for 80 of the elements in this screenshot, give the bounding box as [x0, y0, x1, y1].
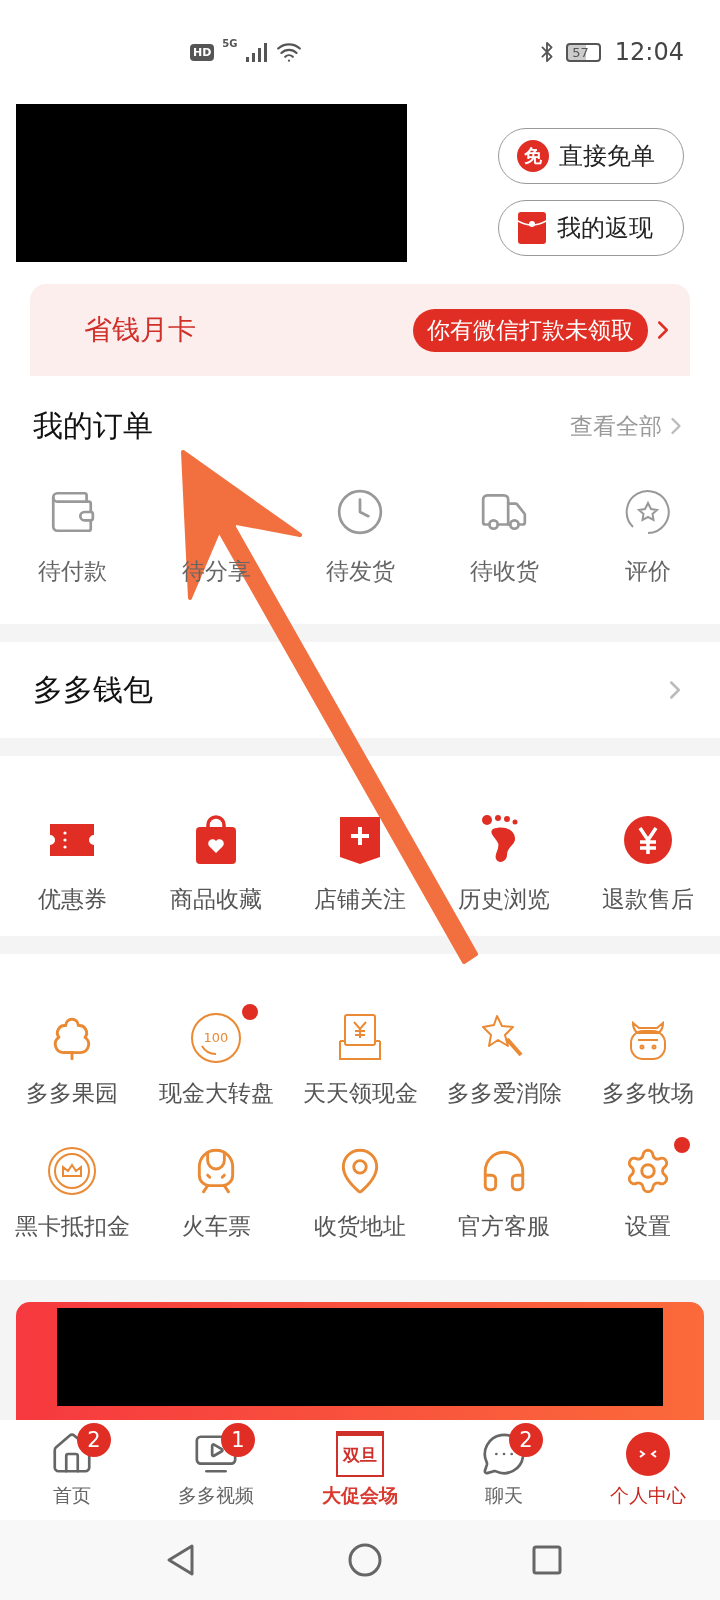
signal-icon: [245, 42, 268, 62]
avatar-icon: [625, 1431, 671, 1477]
nav-label: 首页: [53, 1483, 91, 1508]
savings-card[interactable]: 省钱月卡 你有微信打款未领取: [30, 284, 690, 376]
service-item[interactable]: 天天领现金: [288, 1002, 432, 1109]
item-label: 多多爱消除: [446, 1079, 562, 1108]
service-item[interactable]: 100 现金大转盘: [144, 1002, 288, 1109]
item-label: 设置: [625, 1212, 671, 1241]
tool-item[interactable]: 店铺关注: [288, 804, 432, 915]
item-label: 收货地址: [314, 1212, 406, 1241]
free-order-button[interactable]: 免 直接免单: [498, 128, 684, 184]
item-label: 火车票: [181, 1212, 251, 1241]
nav-tab[interactable]: 双旦 大促会场: [288, 1420, 432, 1520]
clock-time: 12:04: [614, 38, 684, 66]
notice-badge: 你有微信打款未领取: [413, 308, 648, 352]
gift-icon: 双旦: [336, 1431, 384, 1477]
service-item[interactable]: 多多爱消除: [432, 1002, 576, 1109]
item-label: 现金大转盘: [158, 1079, 274, 1108]
item-label: 官方客服: [458, 1212, 550, 1241]
item-label: 商品收藏: [170, 885, 262, 914]
nav-label: 大促会场: [322, 1483, 398, 1508]
count-badge: 1: [221, 1423, 255, 1457]
item-label: 店铺关注: [314, 885, 406, 914]
free-badge-icon: 免: [517, 140, 549, 172]
battery-icon: 57: [566, 42, 601, 62]
item-label: 优惠券: [37, 885, 107, 914]
item-label: 历史浏览: [458, 885, 550, 914]
nav-tab[interactable]: 个人中心: [576, 1420, 720, 1520]
crown-coin-icon: [47, 1146, 97, 1196]
card-title: 省钱月卡: [84, 312, 197, 348]
service-item[interactable]: 多多果园: [0, 1002, 144, 1109]
item-label: 多多果园: [26, 1079, 118, 1108]
clock-icon: [335, 487, 385, 537]
plus-tag-icon: [338, 815, 382, 865]
service-item[interactable]: 官方客服: [432, 1135, 576, 1242]
network-type: 5G: [222, 38, 238, 49]
tool-item[interactable]: 退款售后: [576, 804, 720, 915]
item-label: 天天领现金: [302, 1079, 418, 1108]
service-item[interactable]: 多多牧场: [576, 1002, 720, 1109]
yen-circle-icon: [623, 815, 673, 865]
yen-envelope-icon: [337, 1013, 383, 1063]
hd-icon: HD: [190, 43, 215, 61]
star-circle-icon: [623, 487, 673, 537]
order-status-item[interactable]: 待付款: [0, 476, 144, 587]
item-label: 黑卡抵扣金: [14, 1212, 130, 1241]
promo-banner[interactable]: [16, 1302, 704, 1420]
recents-icon[interactable]: [532, 1545, 562, 1575]
tool-item[interactable]: 历史浏览: [432, 804, 576, 915]
section-title: 多多钱包: [33, 670, 154, 709]
nav-label: 聊天: [485, 1483, 523, 1508]
item-label: 多多牧场: [602, 1079, 694, 1108]
service-item[interactable]: 火车票: [144, 1135, 288, 1242]
count-badge: 2: [509, 1423, 543, 1457]
nav-tab[interactable]: 1 多多视频: [144, 1420, 288, 1520]
wallet-row[interactable]: 多多钱包: [0, 642, 720, 738]
nav-tab[interactable]: 2 首页: [0, 1420, 144, 1520]
nav-tab[interactable]: 2 聊天: [432, 1420, 576, 1520]
shopping-bag-icon: [194, 815, 238, 865]
order-status-item[interactable]: 待发货: [288, 476, 432, 587]
coin-icon: 100: [190, 1012, 242, 1064]
count-badge: 2: [77, 1423, 111, 1457]
tool-item[interactable]: 商品收藏: [144, 804, 288, 915]
service-item[interactable]: 收货地址: [288, 1135, 432, 1242]
item-label: 待付款: [37, 557, 107, 586]
item-label: 评价: [625, 557, 671, 586]
item-label: 退款售后: [602, 885, 694, 914]
tool-item[interactable]: 优惠券: [0, 804, 144, 915]
order-status-item[interactable]: 评价: [576, 476, 720, 587]
item-label: 待收货: [469, 557, 539, 586]
nav-label: 多多视频: [178, 1483, 254, 1508]
nav-label: 个人中心: [610, 1483, 686, 1508]
home-button-icon[interactable]: [348, 1543, 382, 1577]
section-title: 我的订单: [33, 406, 154, 445]
service-item[interactable]: 设置: [576, 1135, 720, 1242]
envelope-icon: [517, 211, 547, 245]
ticket-icon: [47, 822, 97, 858]
order-status-item[interactable]: 待收货: [432, 476, 576, 587]
service-item[interactable]: 黑卡抵扣金: [0, 1135, 144, 1242]
cashback-button[interactable]: 我的返现: [498, 200, 684, 256]
item-label: 待发货: [325, 557, 395, 586]
